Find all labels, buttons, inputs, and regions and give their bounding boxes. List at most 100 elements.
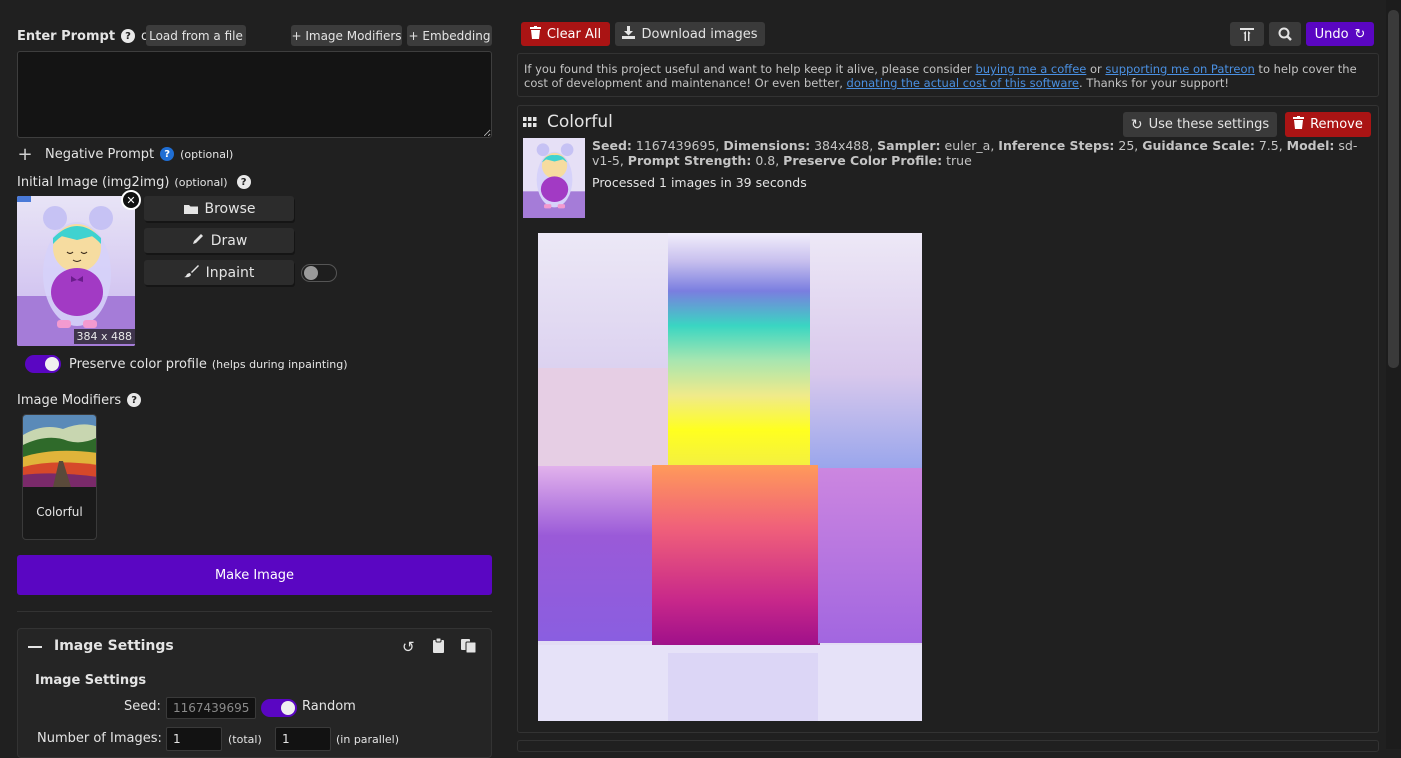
- image-size-badge: 384 x 488: [73, 329, 135, 344]
- result-metadata: Seed: 1167439695, Dimensions: 384x488, S…: [592, 138, 1362, 168]
- seed-input[interactable]: [166, 697, 256, 719]
- undo-icon: ↻: [1354, 26, 1366, 42]
- modifier-card-image: [23, 415, 96, 487]
- collapse-icon[interactable]: [28, 646, 42, 648]
- image-settings-subheader: Image Settings: [35, 673, 147, 688]
- remove-label: Remove: [1310, 117, 1363, 132]
- browse-button[interactable]: Browse: [144, 196, 294, 221]
- support-text: or: [1086, 62, 1106, 76]
- load-from-file-button[interactable]: Load from a file: [146, 25, 246, 46]
- meta-key: Seed:: [592, 138, 632, 153]
- meta-value: euler_a,: [944, 138, 995, 153]
- clear-all-label: Clear All: [546, 26, 602, 42]
- pencil-icon: [191, 232, 205, 250]
- help-icon[interactable]: ?: [121, 29, 136, 43]
- total-hint: (total): [228, 733, 262, 746]
- trash-icon: [529, 25, 541, 43]
- modifier-card-colorful[interactable]: Colorful: [22, 414, 97, 540]
- grid-icon[interactable]: [523, 117, 537, 132]
- help-icon[interactable]: ?: [160, 147, 175, 161]
- parallel-hint: (in parallel): [336, 733, 400, 746]
- reset-icon[interactable]: ↺: [402, 638, 415, 656]
- meta-value: 7.5,: [1258, 138, 1283, 153]
- meta-key: Preserve Color Profile:: [783, 153, 943, 168]
- inpaint-button[interactable]: Inpaint: [144, 260, 294, 285]
- preserve-color-toggle[interactable]: [25, 355, 61, 373]
- meta-key: Dimensions:: [723, 138, 811, 153]
- undo-label: Undo: [1314, 26, 1349, 42]
- generated-image[interactable]: [538, 233, 922, 721]
- optional-text: (optional): [180, 147, 234, 161]
- folder-icon: [183, 203, 199, 214]
- undo-button[interactable]: Undo ↻: [1306, 22, 1374, 46]
- prompt-textarea[interactable]: [17, 51, 492, 138]
- paste-icon[interactable]: [460, 638, 477, 658]
- meta-value: 384x488,: [814, 138, 874, 153]
- remove-image-close-icon[interactable]: ✕: [121, 190, 141, 210]
- browse-label: Browse: [204, 200, 256, 217]
- negative-prompt-label[interactable]: Negative Prompt: [45, 147, 154, 162]
- toggle-knob: [304, 266, 318, 280]
- seed-label: Seed:: [124, 699, 161, 714]
- image-modifiers-label-row: Image Modifiers ?: [17, 391, 142, 409]
- refresh-icon: ↻: [1130, 116, 1143, 133]
- draw-button[interactable]: Draw: [144, 228, 294, 253]
- support-text: . Thanks for your support!: [1079, 76, 1230, 90]
- random-seed-toggle[interactable]: [261, 699, 297, 717]
- prompt-label: Enter Prompt: [17, 28, 116, 44]
- meta-key: Guidance Scale:: [1142, 138, 1255, 153]
- num-images-parallel-input[interactable]: [275, 727, 331, 751]
- add-image-modifiers-button[interactable]: + Image Modifiers: [291, 25, 402, 46]
- optional-text: (optional): [174, 175, 228, 189]
- character-illustration: [17, 196, 135, 346]
- donate-link[interactable]: donating the actual cost of this softwar…: [847, 76, 1080, 90]
- image-settings-header[interactable]: Image Settings: [54, 638, 174, 656]
- inpaint-toggle[interactable]: [301, 264, 337, 282]
- negative-prompt-row[interactable]: + Negative Prompt ? (optional): [17, 144, 234, 165]
- scroll-to-top-icon[interactable]: [1230, 22, 1264, 46]
- help-icon[interactable]: ?: [236, 175, 251, 189]
- add-embedding-button[interactable]: + Embedding: [407, 25, 492, 46]
- remove-button[interactable]: Remove: [1285, 112, 1371, 137]
- draw-label: Draw: [210, 232, 248, 249]
- help-icon[interactable]: ?: [127, 393, 142, 407]
- result-title: Colorful: [547, 112, 613, 132]
- next-result-card: [517, 740, 1379, 752]
- use-settings-label: Use these settings: [1148, 117, 1270, 132]
- clipboard-icon[interactable]: [432, 637, 445, 658]
- result-thumbnail[interactable]: [523, 138, 585, 218]
- random-label: Random: [302, 699, 356, 714]
- meta-value: true: [946, 153, 972, 168]
- use-these-settings-button[interactable]: ↻ Use these settings: [1123, 112, 1277, 137]
- modifier-card-label: Colorful: [36, 505, 83, 519]
- download-icon: [622, 25, 636, 43]
- divider: [17, 611, 492, 612]
- scrollbar-thumb[interactable]: [1388, 10, 1399, 368]
- initial-image-thumbnail: 384 x 488: [17, 196, 135, 346]
- make-image-button[interactable]: Make Image: [17, 555, 492, 595]
- support-text: If you found this project useful and wan…: [524, 62, 976, 76]
- inpaint-label: Inpaint: [205, 264, 255, 281]
- meta-key: Model:: [1286, 138, 1335, 153]
- clear-all-button[interactable]: Clear All: [521, 22, 610, 46]
- preserve-color-label: Preserve color profile: [69, 356, 207, 372]
- meta-value: 0.8,: [755, 153, 780, 168]
- prompt-label-row: Enter Prompt ? or: [17, 27, 154, 45]
- trash-icon: [1293, 116, 1305, 133]
- processed-text: Processed 1 images in 39 seconds: [592, 175, 807, 190]
- zoom-icon[interactable]: [1269, 22, 1301, 46]
- brush-icon: [183, 264, 200, 282]
- meta-value: 25,: [1118, 138, 1139, 153]
- meta-value: 1167439695,: [635, 138, 720, 153]
- patreon-link[interactable]: supporting me on Patreon: [1105, 62, 1254, 76]
- num-images-total-input[interactable]: [166, 727, 222, 751]
- support-notice: If you found this project useful and wan…: [517, 53, 1379, 97]
- image-modifiers-label: Image Modifiers: [17, 392, 122, 408]
- meta-key: Prompt Strength:: [627, 153, 752, 168]
- buy-coffee-link[interactable]: buying me a coffee: [975, 62, 1086, 76]
- preserve-color-row: Preserve color profile (helps during inp…: [69, 355, 348, 373]
- toggle-knob: [281, 701, 295, 715]
- num-images-label: Number of Images:: [37, 731, 162, 746]
- download-images-button[interactable]: Download images: [615, 22, 765, 46]
- plus-icon[interactable]: +: [17, 144, 33, 165]
